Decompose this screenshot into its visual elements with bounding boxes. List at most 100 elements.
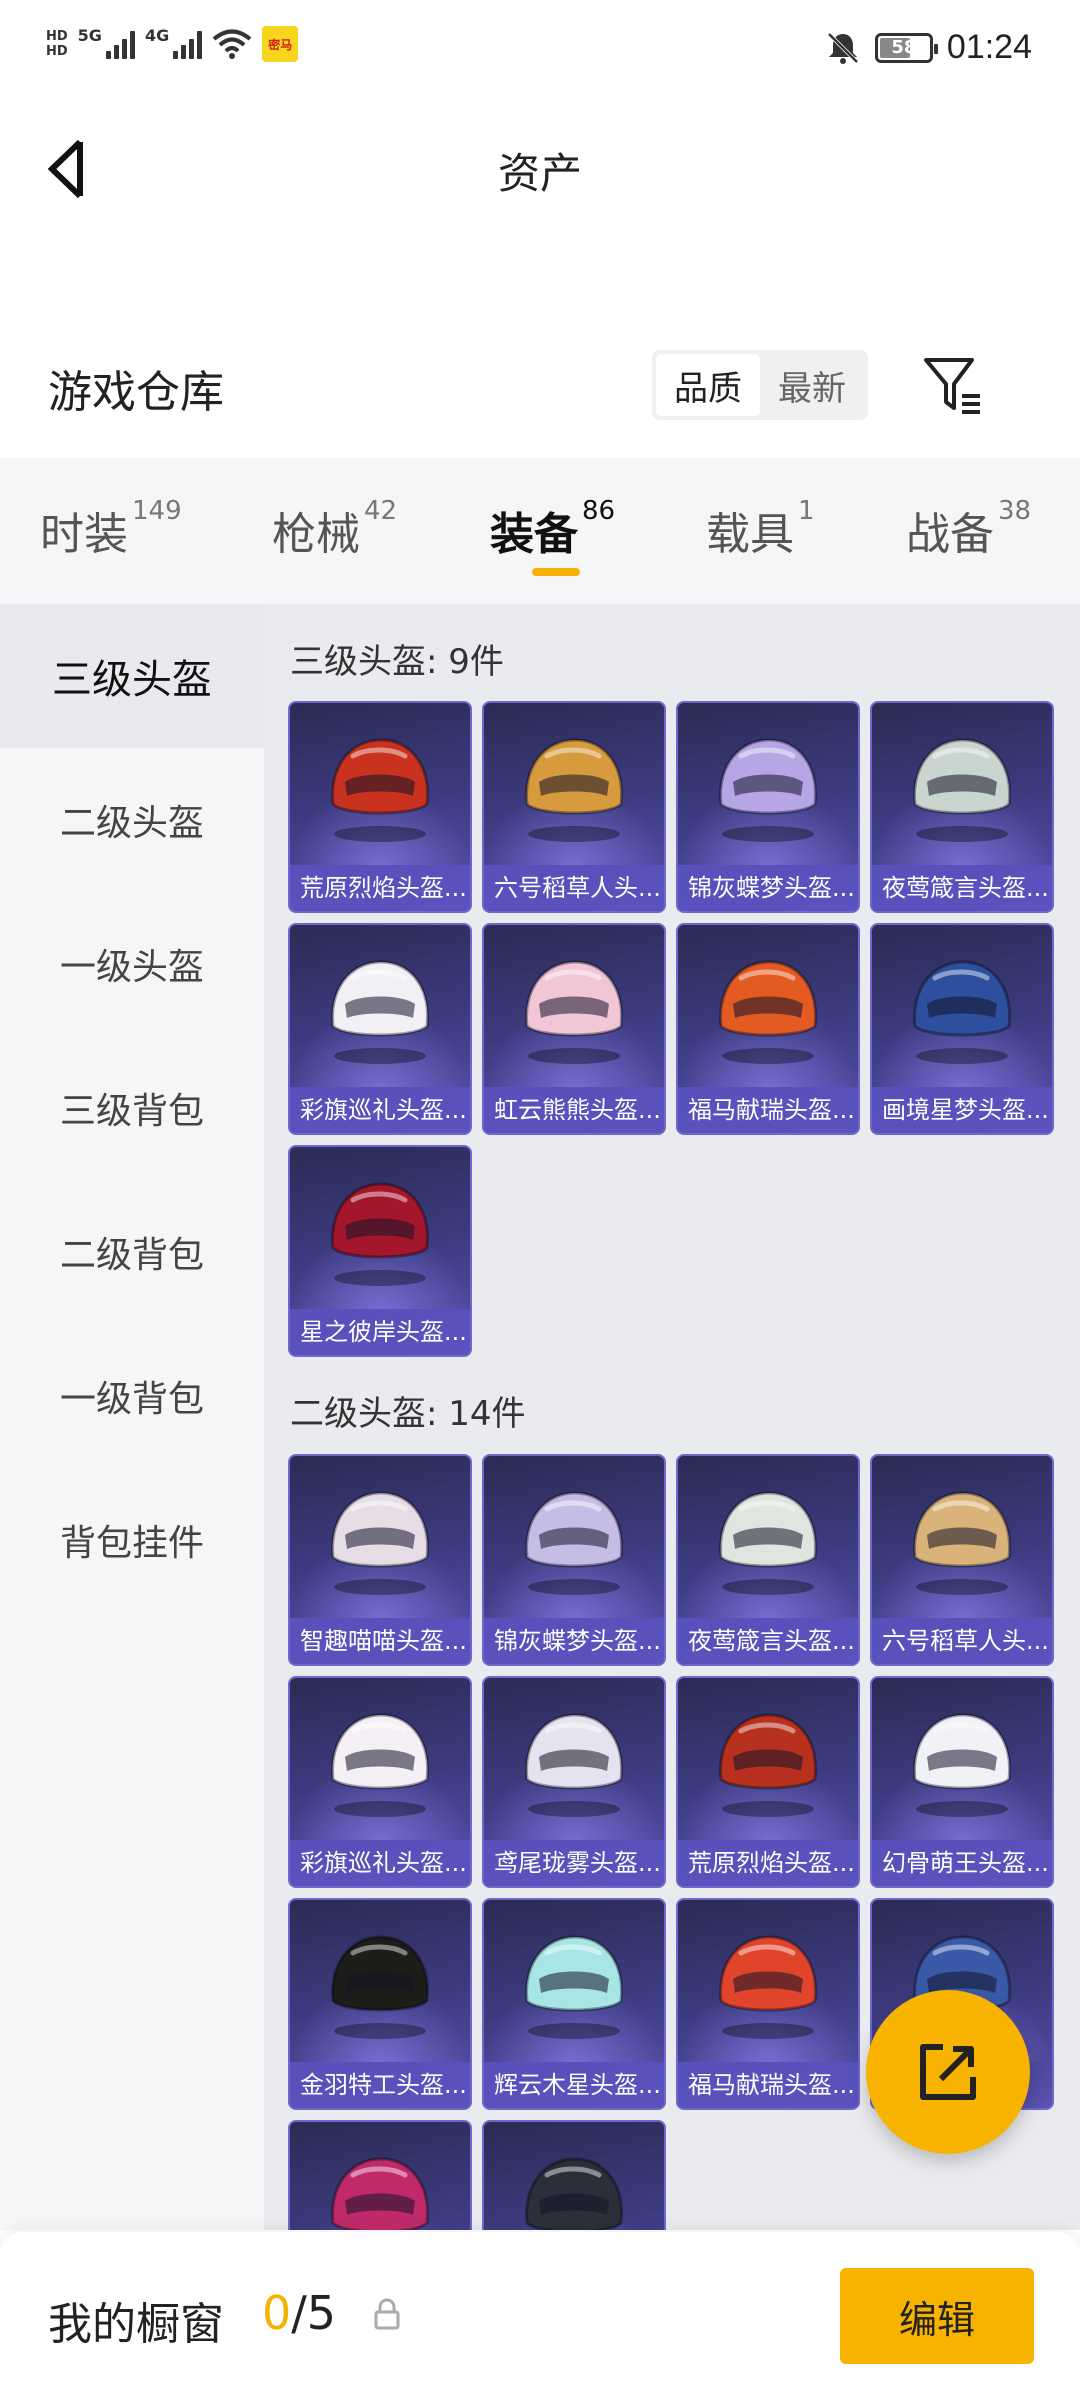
tab-supplies[interactable]: 战备 38 [906, 496, 1032, 562]
subcategory-sidebar: 三级头盔 二级头盔 一级头盔 三级背包 二级背包 一级背包 背包挂件 [0, 604, 264, 2230]
mute-bell-icon [827, 32, 859, 64]
sidebar-item-level3-backpack[interactable]: 三级背包 [0, 1036, 264, 1180]
sidebar-item-backpack-charm[interactable]: 背包挂件 [0, 1468, 264, 1612]
clock: 01:24 [946, 28, 1032, 66]
app-header: 资产 [0, 110, 1080, 230]
page-title: 资产 [497, 149, 582, 198]
helmet-card[interactable]: 星之彼岸头盔... [288, 1145, 472, 1357]
lock-icon [374, 2298, 400, 2330]
tab-label: 战备 [906, 509, 994, 560]
tab-count: 149 [132, 496, 182, 526]
library-title: 游戏仓库 [48, 367, 224, 418]
showcase-bar: 我的橱窗 0/5 编辑 [0, 2232, 1080, 2400]
showcase-title: 我的橱窗 [48, 2299, 224, 2350]
helmet-icon [678, 711, 858, 861]
showcase-total: /5 [291, 2286, 337, 2340]
helmet-name: 六号稻草人头... [484, 865, 664, 911]
helmet-card[interactable]: 彩旗巡礼头盔... [288, 1676, 472, 1888]
helmet-card[interactable]: 福马献瑞头盔... [676, 1898, 860, 2110]
sidebar-item-level1-helmet[interactable]: 一级头盔 [0, 892, 264, 1036]
helmet-name: 夜莺箴言头盔... [872, 865, 1052, 911]
item-grid: 三级头盔: 9件 荒原烈焰头盔... 六号稻草人头... 锦灰蝶梦头盔... 夜莺箴言… [264, 604, 1080, 2230]
signal-icon-1 [105, 29, 135, 59]
helmet-card[interactable]: 荒原烈焰头盔... [288, 701, 472, 913]
helmet-card[interactable] [288, 2120, 472, 2230]
helmet-card[interactable]: 六号稻草人头... [482, 701, 666, 913]
helmet-icon [484, 1908, 664, 2058]
sidebar-item-level2-backpack[interactable]: 二级背包 [0, 1180, 264, 1324]
helmet-icon [290, 711, 470, 861]
helmet-name: 夜莺箴言头盔... [678, 1618, 858, 1664]
signal-icon-2 [173, 29, 203, 59]
filter-icon[interactable] [920, 352, 986, 418]
helmet-icon [678, 1464, 858, 1614]
helmet-name: 鸢尾珑雾头盔... [484, 1840, 664, 1886]
helmet-card[interactable]: 智趣喵喵头盔... [288, 1454, 472, 1666]
helmet-name: 彩旗巡礼头盔... [290, 1087, 470, 1133]
sort-toggle: 品质 最新 [652, 350, 868, 420]
helmet-card[interactable]: 画境星梦头盔... [870, 923, 1054, 1135]
helmet-icon [484, 1464, 664, 1614]
tab-label: 载具 [706, 509, 794, 560]
helmet-icon [678, 1908, 858, 2058]
helmet-icon [678, 933, 858, 1083]
tab-equipment[interactable]: 装备 86 [490, 496, 616, 562]
helmet-card[interactable] [482, 2120, 666, 2230]
helmet-icon [290, 1908, 470, 2058]
tab-fashion[interactable]: 时装 149 [40, 496, 182, 562]
helmet-icon [290, 1464, 470, 1614]
showcase-count: 0/5 [262, 2286, 336, 2340]
hd-label-2: HD [46, 44, 68, 59]
tab-label: 时装 [40, 509, 128, 560]
helmet-card[interactable]: 金羽特工头盔... [288, 1898, 472, 2110]
wifi-icon [212, 29, 252, 59]
helmet-icon [872, 1686, 1052, 1836]
tab-vehicles[interactable]: 载具 1 [706, 496, 815, 562]
category-tabs: 时装 149 枪械 42 装备 86 载具 1 战备 38 [0, 458, 1080, 604]
helmet-card[interactable]: 锦灰蝶梦头盔... [482, 1454, 666, 1666]
helmet-card[interactable]: 荒原烈焰头盔... [676, 1676, 860, 1888]
helmet-name: 幻骨萌王头盔... [872, 1840, 1052, 1886]
helmet-card[interactable]: 夜莺箴言头盔... [676, 1454, 860, 1666]
helmet-name: 六号稻草人头... [872, 1618, 1052, 1664]
sort-quality-option[interactable]: 品质 [656, 354, 760, 416]
helmet-name: 虹云熊熊头盔... [484, 1087, 664, 1133]
tab-count: 86 [582, 496, 616, 526]
helmet-card[interactable]: 夜莺箴言头盔... [870, 701, 1054, 913]
tab-count: 38 [998, 496, 1032, 526]
helmet-icon [484, 933, 664, 1083]
network-type-2: 4G [144, 26, 170, 45]
sidebar-item-level2-helmet[interactable]: 二级头盔 [0, 748, 264, 892]
share-button[interactable] [866, 1990, 1030, 2154]
helmet-name: 金羽特工头盔... [290, 2062, 470, 2108]
helmet-card[interactable]: 辉云木星头盔... [482, 1898, 666, 2110]
sidebar-item-level1-backpack[interactable]: 一级背包 [0, 1324, 264, 1468]
helmet-name: 荒原烈焰头盔... [678, 1840, 858, 1886]
helmet-name: 辉云木星头盔... [484, 2062, 664, 2108]
helmet-name: 彩旗巡礼头盔... [290, 1840, 470, 1886]
helmet-name: 福马献瑞头盔... [678, 1087, 858, 1133]
edit-button[interactable]: 编辑 [840, 2268, 1034, 2364]
sidebar-item-level3-helmet[interactable]: 三级头盔 [0, 604, 264, 748]
helmet-icon [484, 711, 664, 861]
helmet-icon [678, 1686, 858, 1836]
tab-guns[interactable]: 枪械 42 [272, 496, 398, 562]
helmet-card[interactable]: 虹云熊熊头盔... [482, 923, 666, 1135]
helmet-icon [290, 1155, 470, 1305]
helmet-icon [484, 1686, 664, 1836]
helmet-card[interactable]: 彩旗巡礼头盔... [288, 923, 472, 1135]
helmet-card[interactable]: 六号稻草人头... [870, 1454, 1054, 1666]
helmet-icon [290, 933, 470, 1083]
helmet-name: 智趣喵喵头盔... [290, 1618, 470, 1664]
battery-level: 58 [891, 37, 917, 58]
group-title-level2-helmet: 二级头盔: 14件 [290, 1394, 526, 1434]
helmet-card[interactable]: 幻骨萌王头盔... [870, 1676, 1054, 1888]
helmet-card[interactable]: 福马献瑞头盔... [676, 923, 860, 1135]
helmet-icon [484, 2130, 664, 2230]
helmet-card[interactable]: 锦灰蝶梦头盔... [676, 701, 860, 913]
sort-newest-option[interactable]: 最新 [760, 354, 864, 416]
showcase-current: 0 [262, 2286, 292, 2340]
helmet-card[interactable]: 鸢尾珑雾头盔... [482, 1676, 666, 1888]
tab-count: 42 [364, 496, 398, 526]
hd-label-1: HD [46, 29, 68, 44]
